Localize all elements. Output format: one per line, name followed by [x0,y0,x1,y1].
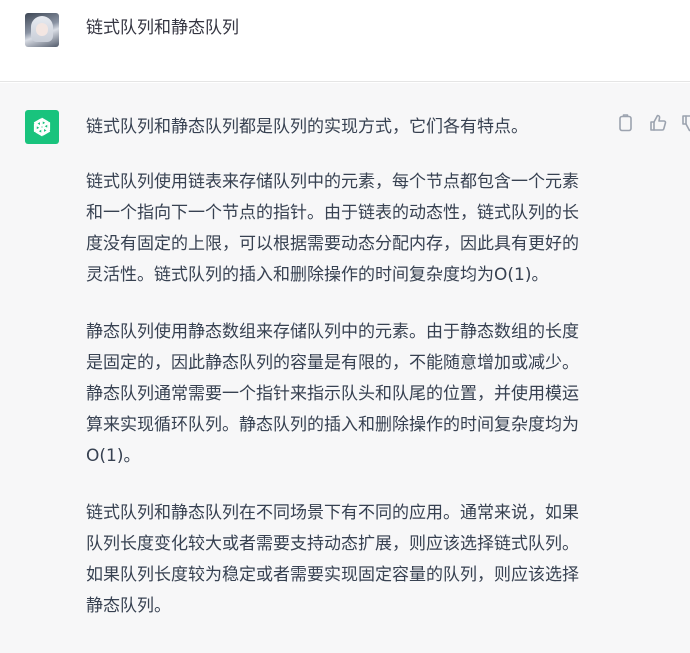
user-message-row: 链式队列和静态队列 [0,0,690,82]
assistant-message-row: 链式队列和静态队列都是队列的实现方式，它们各有特点。 链式队列使用链表来存储队列… [0,83,690,653]
user-avatar [25,13,59,47]
copy-icon[interactable] [617,113,635,133]
openai-logo-icon [25,110,59,144]
answer-paragraph: 链式队列使用链表来存储队列中的元素，每个节点都包含一个元素和一个指向下一个节点的… [86,172,579,285]
answer-paragraph: 链式队列和静态队列在不同场景下有不同的应用。通常来说，如果队列长度变化较大或者需… [86,503,579,616]
thumbs-up-icon[interactable] [649,113,667,133]
answer-paragraph: 静态队列使用静态数组来存储队列中的元素。由于静态数组的长度是固定的，因此静态队列… [86,322,579,466]
thumbs-down-icon[interactable] [681,113,690,133]
answer-paragraph: 链式队列和静态队列都是队列的实现方式，它们各有特点。 [86,117,528,137]
assistant-message-text: 链式队列和静态队列都是队列的实现方式，它们各有特点。 链式队列使用链表来存储队列… [86,112,594,648]
user-message-text: 链式队列和静态队列 [86,18,239,38]
message-actions [617,113,690,137]
